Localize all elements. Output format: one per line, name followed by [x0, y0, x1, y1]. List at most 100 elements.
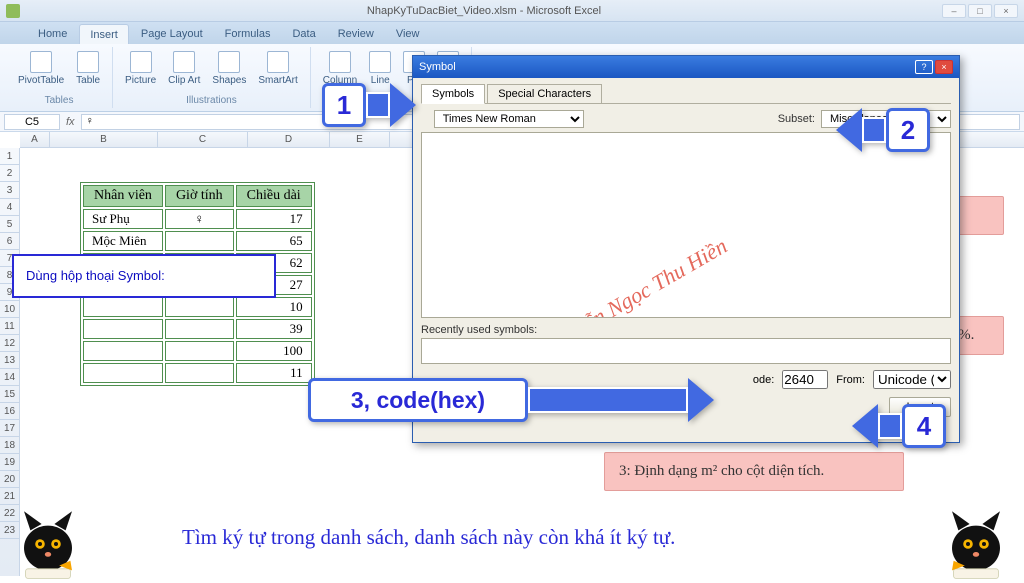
recent-symbols-grid[interactable] [421, 338, 951, 364]
row-header-14[interactable]: 14 [0, 369, 19, 386]
table-cell[interactable] [165, 319, 234, 339]
tab-formulas[interactable]: Formulas [215, 24, 281, 44]
table-cell[interactable] [165, 231, 234, 251]
table-cell[interactable] [165, 341, 234, 361]
instructions-title: Dùng hộp thoại Symbol: [26, 266, 262, 286]
pivottable-button[interactable]: PivotTable [14, 49, 68, 88]
arrow-3-label: 3, code(hex) [308, 378, 528, 422]
col-header-A[interactable]: A [20, 132, 50, 147]
symbol-grid[interactable]: Nguyễn Ngọc Thu Hiền [421, 132, 951, 318]
smartart-button[interactable]: SmartArt [254, 49, 301, 88]
app-titlebar: NhapKyTuDacBiet_Video.xlsm - Microsoft E… [0, 0, 1024, 22]
row-header-12[interactable]: 12 [0, 335, 19, 352]
maximize-button[interactable]: □ [968, 4, 992, 18]
table-cell[interactable]: 100 [236, 341, 312, 361]
row-header-17[interactable]: 17 [0, 420, 19, 437]
table-header: Nhân viên [83, 185, 163, 207]
row-header-1[interactable]: 1 [0, 148, 19, 165]
arrow-2-number: 2 [886, 108, 930, 152]
shapes-button[interactable]: Shapes [208, 49, 250, 88]
picture-button[interactable]: Picture [121, 49, 160, 88]
row-header-16[interactable]: 16 [0, 403, 19, 420]
table-button[interactable]: Table [72, 49, 104, 88]
table-cell[interactable]: Sư Phụ [83, 209, 163, 229]
pink-callout-3: 3: Định dạng m² cho cột diện tích. [604, 452, 904, 491]
tab-home[interactable]: Home [28, 24, 77, 44]
row-header-5[interactable]: 5 [0, 216, 19, 233]
table-cell[interactable]: 10 [236, 297, 312, 317]
ribbon-group-illustrations: Picture Clip Art Shapes SmartArt Illustr… [113, 47, 311, 108]
table-header: Giờ tính [165, 185, 234, 207]
minimize-button[interactable]: – [942, 4, 966, 18]
line-chart-icon [369, 51, 391, 73]
cat-right-icon [936, 500, 1016, 580]
tab-view[interactable]: View [386, 24, 430, 44]
tab-symbols[interactable]: Symbols [421, 84, 485, 104]
table-cell[interactable] [83, 341, 163, 361]
table-icon [77, 51, 99, 73]
table-cell[interactable]: ♀ [165, 209, 234, 229]
window-title: NhapKyTuDacBiet_Video.xlsm - Microsoft E… [26, 5, 942, 17]
table-header: Chiều dài [236, 185, 312, 207]
clipart-button[interactable]: Clip Art [164, 49, 204, 88]
table-cell[interactable] [165, 297, 234, 317]
table-cell[interactable] [83, 363, 163, 383]
close-button[interactable]: × [994, 4, 1018, 18]
from-select[interactable]: Unicode (he [873, 370, 951, 389]
dialog-titlebar[interactable]: Symbol ? × [413, 56, 959, 78]
recent-label: Recently used symbols: [421, 324, 951, 336]
tab-review[interactable]: Review [328, 24, 384, 44]
font-select[interactable]: Times New Roman [434, 110, 584, 128]
table-cell[interactable] [83, 297, 163, 317]
column-chart-icon [329, 51, 351, 73]
row-header-19[interactable]: 19 [0, 454, 19, 471]
row-header-4[interactable]: 4 [0, 199, 19, 216]
name-box[interactable]: C5 [4, 114, 60, 130]
tab-insert[interactable]: Insert [79, 24, 129, 44]
pivottable-icon [30, 51, 52, 73]
row-header-11[interactable]: 11 [0, 318, 19, 335]
dialog-tabs: Symbols Special Characters [421, 84, 951, 104]
table-cell[interactable] [83, 319, 163, 339]
row-header-3[interactable]: 3 [0, 182, 19, 199]
dialog-close-button[interactable]: × [935, 60, 953, 74]
watermark: Nguyễn Ngọc Thu Hiền [539, 233, 731, 318]
col-header-E[interactable]: E [330, 132, 390, 147]
fx-icon[interactable]: fx [66, 116, 75, 128]
col-header-C[interactable]: C [158, 132, 248, 147]
table-cell[interactable] [165, 363, 234, 383]
from-label: From: [836, 374, 865, 386]
tab-page-layout[interactable]: Page Layout [131, 24, 213, 44]
row-header-10[interactable]: 10 [0, 301, 19, 318]
ribbon-tabs: Home Insert Page Layout Formulas Data Re… [0, 22, 1024, 44]
row-header-13[interactable]: 13 [0, 352, 19, 369]
tab-special-characters[interactable]: Special Characters [487, 84, 602, 103]
row-header-18[interactable]: 18 [0, 437, 19, 454]
row-header-2[interactable]: 2 [0, 165, 19, 182]
instructions-box: Dùng hộp thoại Symbol: [12, 254, 276, 298]
ribbon-group-tables: PivotTable Table Tables [6, 47, 113, 108]
summary-text: Tìm ký tự trong danh sách, danh sách này… [182, 525, 675, 550]
cat-left-icon [8, 500, 88, 580]
table-cell[interactable]: 65 [236, 231, 312, 251]
charcode-input[interactable] [782, 370, 828, 389]
clipart-icon [173, 51, 195, 73]
excel-logo-icon [6, 4, 20, 18]
arrow-3: 3, code(hex) [308, 378, 714, 422]
col-header-B[interactable]: B [50, 132, 158, 147]
table-cell[interactable]: 17 [236, 209, 312, 229]
table-cell[interactable]: Mộc Miên [83, 231, 163, 251]
arrow-4-number: 4 [902, 404, 946, 448]
charcode-label: ode: [753, 374, 774, 386]
row-header-6[interactable]: 6 [0, 233, 19, 250]
window-controls: – □ × [942, 4, 1018, 18]
tab-data[interactable]: Data [282, 24, 325, 44]
row-header-15[interactable]: 15 [0, 386, 19, 403]
table-cell[interactable]: 11 [236, 363, 312, 383]
row-header-20[interactable]: 20 [0, 471, 19, 488]
dialog-help-button[interactable]: ? [915, 60, 933, 74]
dialog-title: Symbol [419, 61, 456, 73]
table-cell[interactable]: 39 [236, 319, 312, 339]
col-header-D[interactable]: D [248, 132, 330, 147]
arrow-4: 4 [852, 404, 946, 448]
